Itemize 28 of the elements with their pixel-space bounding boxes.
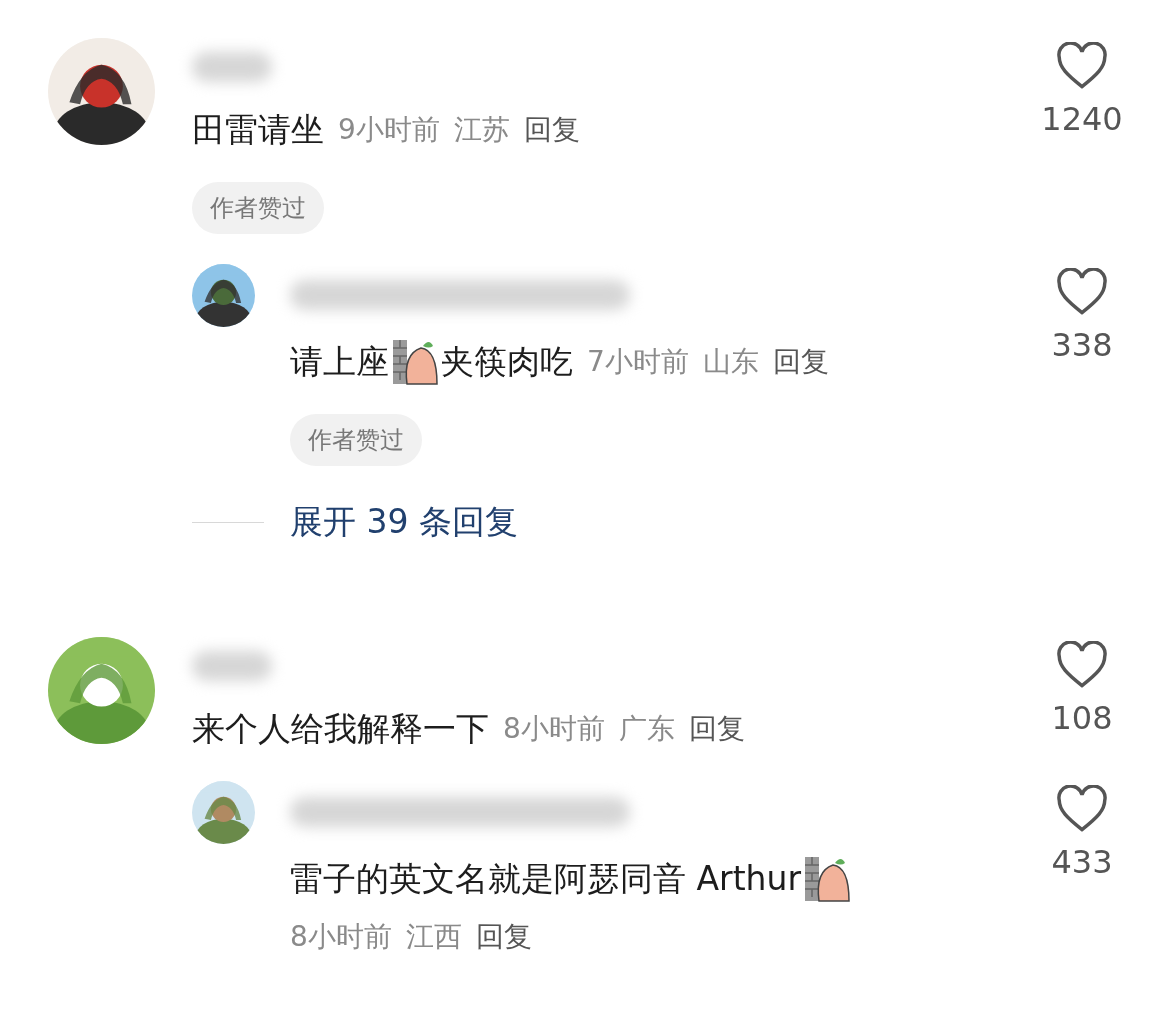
comment-region: 山东: [702, 344, 759, 380]
like-count: 433: [1051, 843, 1113, 881]
expand-replies-link[interactable]: 展开 39 条回复: [290, 500, 518, 545]
comment-time: 8小时前: [290, 919, 392, 955]
heart-icon[interactable]: [1056, 785, 1108, 833]
heart-icon[interactable]: [1056, 42, 1108, 90]
heart-icon[interactable]: [1056, 268, 1108, 316]
reply-link[interactable]: 回复: [688, 707, 745, 751]
reply-link[interactable]: 回复: [523, 108, 580, 152]
like-count: 1240: [1041, 100, 1123, 138]
comment-region: 江西: [405, 919, 462, 955]
reply-link[interactable]: 回复: [475, 915, 532, 959]
comment-text: 雷子的英文名就是阿瑟同音 Arthur: [290, 858, 801, 900]
author-liked-badge: 作者赞过: [290, 414, 422, 466]
comment-text: 来个人给我解释一下: [192, 708, 489, 750]
comment-time: 7小时前: [587, 344, 689, 380]
comment-text: 请上座: [290, 341, 389, 383]
heart-icon[interactable]: [1056, 641, 1108, 689]
comment-time: 9小时前: [338, 112, 440, 148]
comment-region: 江苏: [453, 112, 510, 148]
comment-text: 夹筷肉吃: [441, 341, 573, 383]
author-liked-badge: 作者赞过: [192, 182, 324, 234]
like-count: 108: [1051, 699, 1113, 737]
like-count: 338: [1051, 326, 1113, 364]
reply-link[interactable]: 回复: [772, 340, 829, 384]
comment-time: 8小时前: [503, 711, 605, 747]
comment-region: 广东: [618, 711, 675, 747]
comment-text: 田雷请坐: [192, 109, 324, 151]
